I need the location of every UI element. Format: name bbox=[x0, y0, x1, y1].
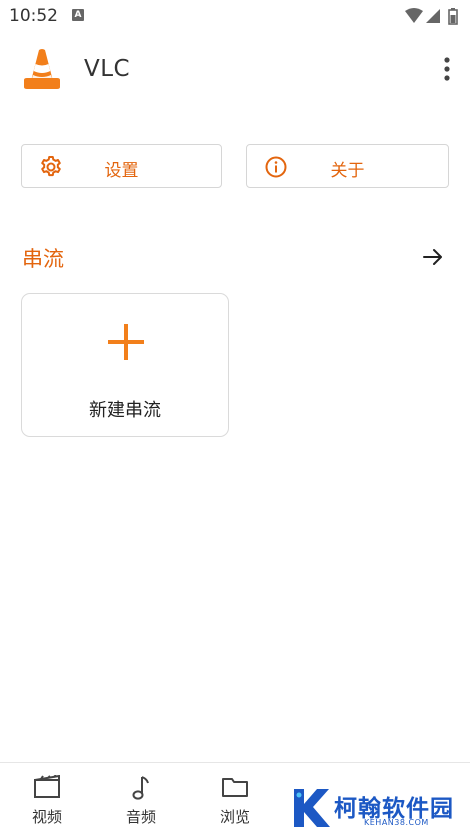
nav-browse[interactable]: 浏览 bbox=[205, 763, 265, 833]
plus-icon bbox=[107, 323, 145, 365]
status-time: 10:52 bbox=[9, 6, 58, 26]
wifi-icon bbox=[405, 8, 423, 23]
more-vert-icon bbox=[444, 57, 450, 81]
new-stream-card[interactable]: 新建串流 bbox=[21, 293, 229, 437]
signal-icon bbox=[426, 9, 440, 23]
about-button[interactable]: 关于 bbox=[246, 144, 449, 188]
movie-icon bbox=[33, 774, 61, 803]
nav-audio-label: 音频 bbox=[125, 808, 156, 826]
nav-video[interactable]: 视频 bbox=[17, 763, 77, 833]
about-label: 关于 bbox=[330, 161, 365, 181]
new-stream-label: 新建串流 bbox=[89, 400, 161, 421]
nav-video-label: 视频 bbox=[31, 808, 62, 826]
status-icons bbox=[404, 7, 462, 29]
vlc-cone-icon bbox=[22, 48, 62, 94]
settings-label: 设置 bbox=[104, 161, 139, 181]
watermark-sub: KEHAN38.COM bbox=[364, 818, 429, 827]
watermark: 柯翰软件园 KEHAN38.COM bbox=[290, 785, 470, 835]
app-bar: VLC bbox=[0, 40, 470, 100]
battery-icon bbox=[448, 8, 458, 25]
arrow-right-icon[interactable] bbox=[421, 245, 445, 273]
nav-audio[interactable]: 音频 bbox=[111, 763, 171, 833]
folder-icon bbox=[221, 775, 249, 803]
app-title: VLC bbox=[84, 56, 131, 82]
watermark-k-logo bbox=[290, 785, 332, 835]
music-note-icon bbox=[129, 775, 153, 805]
status-bar: 10:52 A bbox=[0, 0, 470, 34]
notification-a-icon: A bbox=[72, 9, 84, 21]
settings-button[interactable]: 设置 bbox=[21, 144, 222, 188]
nav-browse-label: 浏览 bbox=[219, 808, 250, 826]
section-title-streams: 串流 bbox=[22, 247, 64, 271]
more-options-button[interactable] bbox=[442, 56, 452, 82]
